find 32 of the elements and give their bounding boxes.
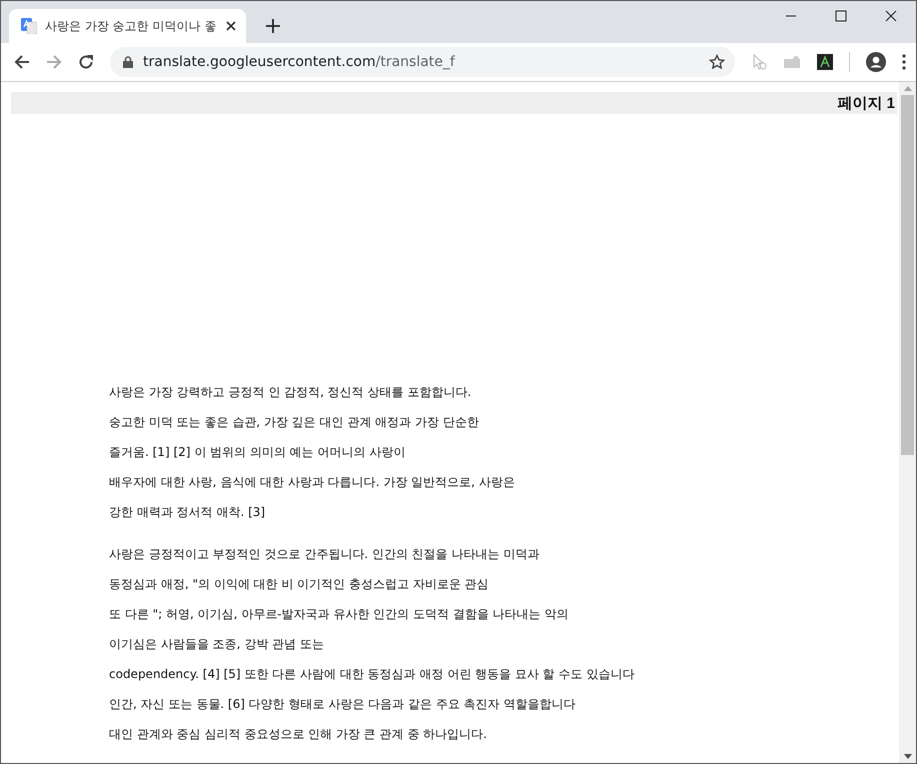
reload-icon[interactable] (78, 54, 94, 70)
translate-icon (21, 18, 37, 34)
lock-icon (123, 56, 133, 68)
text-line: 인간, 자신 또는 동물. [6] 다양한 형태로 사랑은 다음과 같은 주요 촉진자 역할을합니다 (109, 696, 576, 713)
text-line: 사랑은 가장 강력하고 긍정적 인 감정적, 정신적 상태를 포함합니다. (109, 384, 472, 401)
scroll-down-icon[interactable] (904, 754, 912, 759)
text-line: 대인 관계와 중심 심리적 중요성으로 인해 가장 큰 관계 중 하나입니다. (109, 726, 488, 743)
text-line: 숭고한 미덕 또는 좋은 습관, 가장 깊은 대인 관계 애정과 가장 단순한 (109, 414, 480, 431)
close-icon[interactable] (226, 21, 236, 31)
account-icon[interactable] (866, 52, 886, 72)
text-line: 배우자에 대한 사랑, 음식에 대한 사랑과 다릅니다. 가장 일반적으로, 사랑은 (109, 474, 516, 491)
tab-title: 사랑은 가장 숭고한 미덕이나 좋 (45, 18, 218, 34)
back-icon[interactable] (14, 54, 30, 70)
address-bar[interactable]: translate.googleusercontent.com/translate_f (110, 47, 735, 77)
text-line: codependency. [4] [5] 또한 다른 사람에 대한 동정심과 애정 어린 행동을 묘사 할 수도 있습니다 (109, 666, 636, 683)
new-tab-icon[interactable] (266, 19, 280, 33)
menu-icon[interactable] (902, 54, 906, 70)
page-number: 페이지 1 (837, 94, 895, 112)
maximize-icon[interactable] (835, 10, 847, 22)
scrollbar[interactable] (899, 82, 916, 763)
extension-icon[interactable] (817, 54, 833, 70)
scrollbar-thumb[interactable] (901, 95, 914, 455)
close-icon[interactable] (885, 10, 897, 22)
browser-tab[interactable]: 사랑은 가장 숭고한 미덕이나 좋 (9, 9, 246, 43)
text-line: 강한 매력과 정서적 애착. [3] (109, 504, 266, 521)
url-text: translate.googleusercontent.com/translate_f (143, 54, 456, 70)
text-line: 또 다른 "; 허영, 이기심, 아무르-발자국과 유사한 인간의 도덕적 결함을 나타내는 악의 (109, 606, 570, 623)
text-line: 이기심은 사람들을 조종, 강박 관념 또는 (109, 636, 325, 653)
text-line: 즐거움. [1] [2] 이 범위의 의미의 예는 어머니의 사랑이 (109, 444, 406, 461)
star-icon[interactable] (709, 54, 725, 70)
text-line: 동정심과 애정, "의 이익에 대한 비 이기적인 충성스럽고 자비로운 관심 (109, 576, 490, 593)
text-line: 사랑은 긍정적이고 부정적인 것으로 간주됩니다. 인간의 친절을 나타내는 미덕과 (109, 546, 540, 563)
